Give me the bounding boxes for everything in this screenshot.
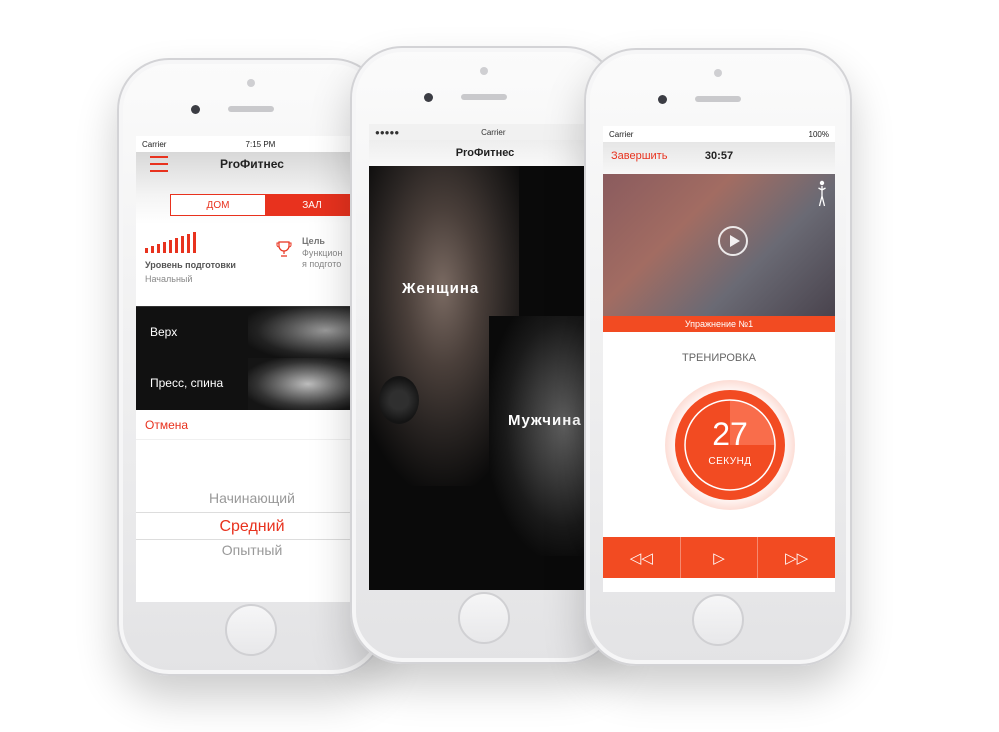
rewind-icon[interactable]: ◁◁ bbox=[603, 537, 681, 578]
status-bar: Carrier 100% bbox=[603, 126, 835, 142]
timer-unit: СЕКУНД bbox=[708, 456, 752, 467]
carrier-label: Carrier bbox=[142, 139, 167, 149]
front-camera bbox=[658, 95, 667, 104]
status-time: 7:15 PM bbox=[245, 139, 276, 149]
proximity-sensor bbox=[714, 69, 722, 77]
battery-label: 100% bbox=[808, 129, 829, 139]
phone-middle: ●●●●● Carrier ▭ ProФитнес Женщина Мужчин… bbox=[350, 46, 618, 664]
tab-gym[interactable]: ЗАЛ bbox=[265, 195, 359, 215]
speaker-grille bbox=[695, 96, 741, 102]
header: ProФитнес ДОМ ЗАЛ bbox=[136, 152, 368, 224]
phone-right: Carrier 100% Завершить 30:57 Упражнение … bbox=[584, 48, 852, 666]
proximity-sensor bbox=[247, 79, 255, 87]
playback-controls: ◁◁ ▷ ▷▷ bbox=[603, 537, 835, 578]
video-play-icon[interactable] bbox=[718, 226, 748, 256]
picker-toolbar: Отмена Го bbox=[136, 410, 368, 440]
status-bar: ●●●●● Carrier ▭ bbox=[369, 124, 601, 140]
home-button[interactable] bbox=[692, 594, 744, 646]
option-man[interactable]: Мужчина bbox=[508, 412, 582, 429]
section-title: ТРЕНИРОВКА bbox=[682, 352, 756, 364]
home-button[interactable] bbox=[225, 604, 277, 656]
cancel-button[interactable]: Отмена bbox=[145, 418, 188, 432]
home-button[interactable] bbox=[458, 592, 510, 644]
picker-option-intermediate[interactable]: Средний bbox=[136, 512, 368, 540]
app-title: ProФитнес bbox=[220, 157, 284, 171]
level-label: Уровень подготовки bbox=[145, 260, 236, 270]
workout-header: Завершить 30:57 bbox=[603, 142, 835, 174]
category-label: Верх bbox=[150, 325, 178, 339]
signal-icon: ●●●●● bbox=[375, 127, 400, 137]
screen-gender-select: ●●●●● Carrier ▭ ProФитнес Женщина Мужчин… bbox=[369, 124, 601, 590]
category-abs-back[interactable]: Пресс, спина bbox=[136, 358, 368, 410]
level-bars-icon bbox=[145, 232, 196, 253]
carrier-label: Carrier bbox=[609, 129, 634, 139]
tab-home[interactable]: ДОМ bbox=[171, 195, 265, 215]
screen-level-select: Carrier 7:15 PM ▭ ProФитнес ДОМ ЗАЛ Уров… bbox=[136, 136, 368, 602]
fast-forward-icon[interactable]: ▷▷ bbox=[758, 537, 835, 578]
exercise-title: Упражнение №1 bbox=[603, 316, 835, 332]
level-value: Начальный bbox=[145, 274, 193, 284]
status-bar: Carrier 7:15 PM ▭ bbox=[136, 136, 368, 152]
picker-option-advanced[interactable]: Опытный bbox=[136, 542, 368, 558]
level-picker[interactable]: Начинающий Средний Опытный bbox=[136, 440, 368, 602]
workout-panel: ТРЕНИРОВКА 27 СЕКУНД bbox=[603, 332, 835, 537]
picker-option-beginner[interactable]: Начинающий bbox=[136, 490, 368, 506]
timer-value: 27 bbox=[712, 416, 748, 452]
carrier-label: Carrier bbox=[481, 127, 506, 137]
proximity-sensor bbox=[480, 67, 488, 75]
front-camera bbox=[191, 105, 200, 114]
category-label: Пресс, спина bbox=[150, 376, 224, 390]
phone-left: Carrier 7:15 PM ▭ ProФитнес ДОМ ЗАЛ Уров… bbox=[117, 58, 385, 676]
dumbbell-image bbox=[379, 376, 419, 424]
location-segmented-control: ДОМ ЗАЛ bbox=[170, 194, 360, 216]
front-camera bbox=[424, 93, 433, 102]
screen-workout: Carrier 100% Завершить 30:57 Упражнение … bbox=[603, 126, 835, 592]
trophy-icon bbox=[276, 241, 292, 257]
nav-title: ProФитнес bbox=[369, 140, 601, 166]
body-figure-icon[interactable] bbox=[817, 180, 827, 208]
speaker-grille bbox=[228, 106, 274, 112]
play-icon[interactable]: ▷ bbox=[681, 537, 759, 578]
level-panel[interactable]: Уровень подготовки Начальный Цель Функци… bbox=[136, 224, 368, 306]
elapsed-time: 30:57 bbox=[704, 150, 734, 162]
option-woman[interactable]: Женщина bbox=[402, 280, 479, 297]
speaker-grille bbox=[461, 94, 507, 100]
category-upper-body[interactable]: Верх bbox=[136, 306, 368, 358]
gender-background: Женщина Мужчина bbox=[369, 166, 601, 590]
exercise-video[interactable] bbox=[603, 174, 835, 316]
goal-title: Цель bbox=[302, 236, 325, 246]
